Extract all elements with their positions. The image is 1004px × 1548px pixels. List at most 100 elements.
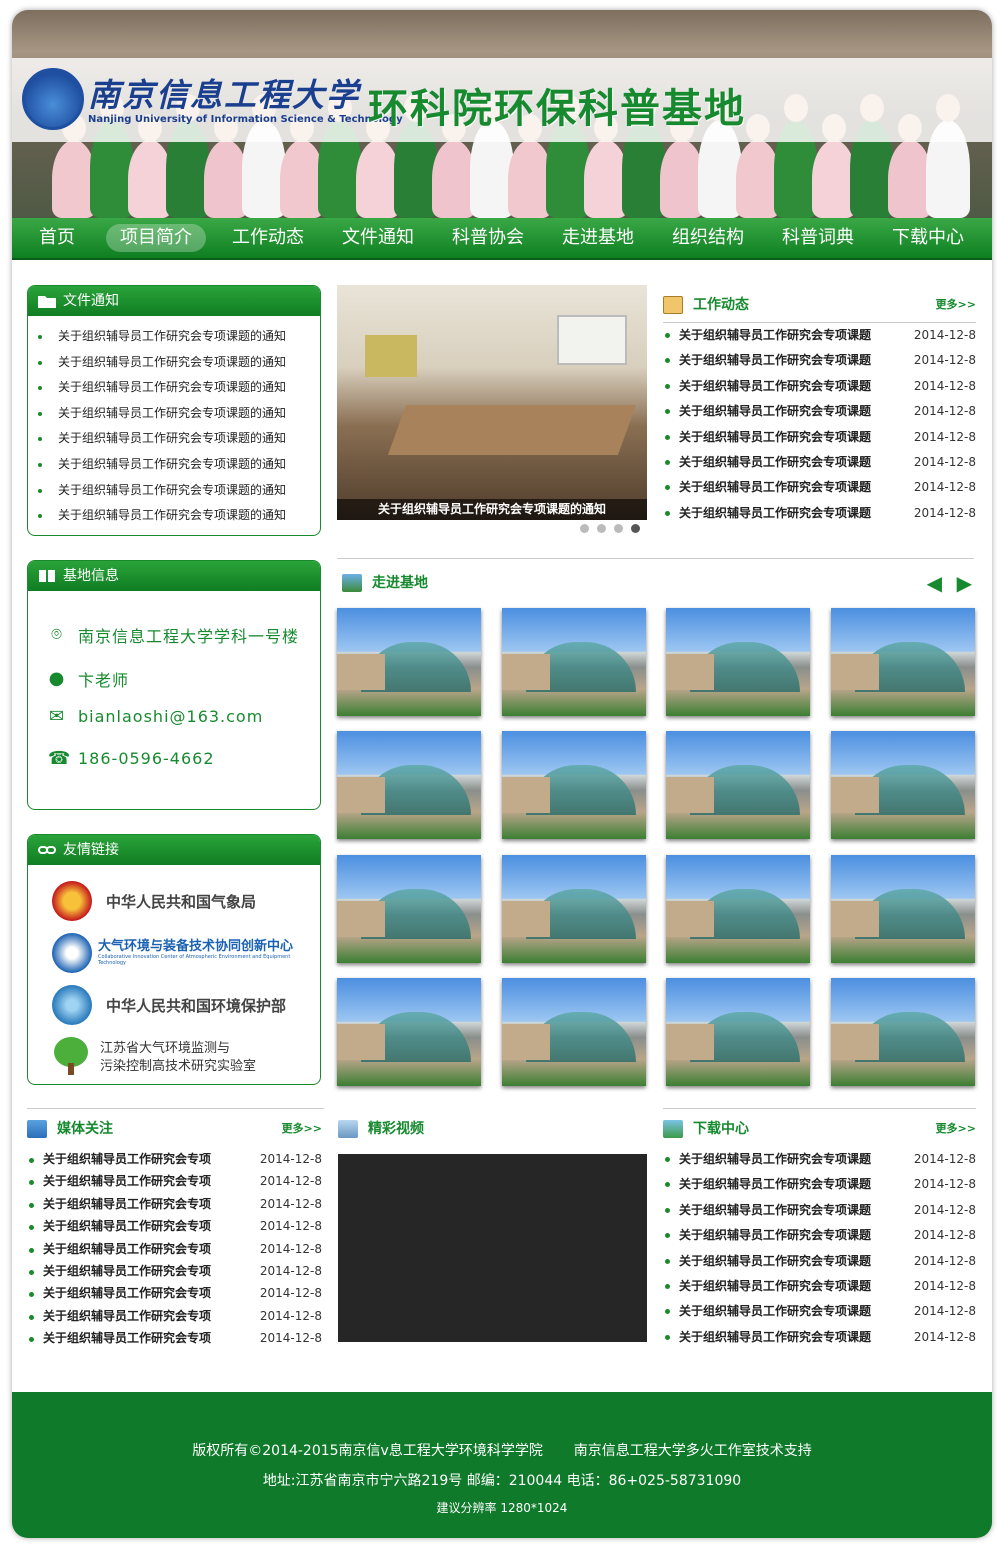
notepad-icon	[663, 296, 683, 314]
gallery-thumbnail[interactable]	[666, 731, 810, 839]
list-item[interactable]: 关于组织辅导员工作研究会专项课题 2014-12-8	[663, 1299, 976, 1324]
notice-item[interactable]: 关于组织辅导员工作研究会专项课题的通知	[36, 478, 320, 504]
nav-work-news[interactable]: 工作动态	[220, 224, 316, 252]
media-more-link[interactable]: 更多>>	[282, 1114, 322, 1144]
download-icon	[663, 1120, 683, 1138]
list-item[interactable]: 关于组织辅导员工作研究会专项 2014-12-8	[27, 1148, 322, 1170]
gallery-thumbnail[interactable]	[502, 608, 646, 716]
notice-item[interactable]: 关于组织辅导员工作研究会专项课题的通知	[36, 401, 320, 427]
list-item[interactable]: 关于组织辅导员工作研究会专项 2014-12-8	[27, 1193, 322, 1215]
link-mep[interactable]: 中华人民共和国环境保护部	[52, 983, 312, 1027]
list-item[interactable]: 关于组织辅导员工作研究会专项课题 2014-12-8	[663, 1325, 976, 1350]
list-item[interactable]: 关于组织辅导员工作研究会专项课题 2014-12-8	[663, 1147, 976, 1172]
list-item[interactable]: 关于组织辅导员工作研究会专项 2014-12-8	[27, 1260, 322, 1282]
link-cma[interactable]: 中华人民共和国气象局	[52, 879, 312, 923]
list-item[interactable]: 关于组织辅导员工作研究会专项 2014-12-8	[27, 1170, 322, 1192]
nav-dictionary[interactable]: 科普词典	[770, 224, 866, 252]
gallery-thumbnail[interactable]	[831, 608, 975, 716]
list-item[interactable]: 关于组织辅导员工作研究会专项课题 2014-12-8	[663, 348, 976, 373]
work-news-more-link[interactable]: 更多>>	[936, 290, 976, 320]
work-news-header: 工作动态 更多>>	[663, 290, 976, 320]
video-player[interactable]	[338, 1154, 647, 1342]
footer-copyright: 版权所有©2014-2015南京信v息工程大学环境科学学院 南京信息工程大学多火…	[192, 1443, 812, 1459]
list-item[interactable]: 关于组织辅导员工作研究会专项课题 2014-12-8	[663, 323, 976, 348]
university-logo-icon	[22, 68, 84, 130]
link-jiangsu-lab[interactable]: 江苏省大气环境监测与 污染控制高技术研究实验室	[52, 1035, 312, 1079]
gallery-thumbnail[interactable]	[831, 731, 975, 839]
main-nav: 首页 项目简介 工作动态 文件通知 科普协会 走进基地 组织结构 科普词典 下载…	[12, 218, 992, 260]
nav-file-notice[interactable]: 文件通知	[330, 224, 426, 252]
gallery-thumbnail[interactable]	[502, 978, 646, 1086]
gallery-thumbnail[interactable]	[666, 608, 810, 716]
nav-science-assoc[interactable]: 科普协会	[440, 224, 536, 252]
globe-icon	[52, 985, 92, 1025]
list-item[interactable]: 关于组织辅导员工作研究会专项 2014-12-8	[27, 1305, 322, 1327]
notice-item[interactable]: 关于组织辅导员工作研究会专项课题的通知	[36, 452, 320, 478]
nav-project-intro[interactable]: 项目简介	[106, 224, 206, 252]
gallery-thumbnail[interactable]	[502, 731, 646, 839]
link-atmosphere-center[interactable]: 大气环境与装备技术协同创新中心 Collaborative Innovation…	[52, 931, 312, 975]
list-item[interactable]: 关于组织辅导员工作研究会专项课题 2014-12-8	[663, 1198, 976, 1223]
video-header: 精彩视频	[338, 1114, 648, 1144]
email-text[interactable]: bianlaoshi@163.com	[78, 707, 263, 726]
downloads-more-link[interactable]: 更多>>	[936, 1114, 976, 1144]
video-title: 精彩视频	[368, 1121, 424, 1137]
gallery-thumbnail[interactable]	[337, 978, 481, 1086]
list-item[interactable]: 关于组织辅导员工作研究会专项课题 2014-12-8	[663, 501, 976, 526]
footer-resolution: 建议分辨率 1280*1024	[436, 1501, 568, 1515]
downloads-title: 下载中心	[693, 1121, 749, 1137]
gallery-thumbnail[interactable]	[831, 978, 975, 1086]
links-panel-title: 友情链接	[63, 842, 119, 858]
notice-item[interactable]: 关于组织辅导员工作研究会专项课题的通知	[36, 503, 320, 529]
notice-item[interactable]: 关于组织辅导员工作研究会专项课题的通知	[36, 375, 320, 401]
slider-dot[interactable]	[614, 524, 623, 533]
news-slider-image[interactable]: 关于组织辅导员工作研究会专项课题的通知	[337, 285, 647, 520]
slider-dot-active[interactable]	[631, 524, 640, 533]
monitor-icon	[27, 1120, 47, 1138]
list-item[interactable]: 关于组织辅导员工作研究会专项课题 2014-12-8	[663, 1172, 976, 1197]
link-icon	[38, 846, 56, 854]
address-text: 南京信息工程大学学科一号楼	[78, 627, 300, 646]
phone-text: 186-0596-4662	[78, 749, 215, 768]
list-item[interactable]: 关于组织辅导员工作研究会专项课题 2014-12-8	[663, 450, 976, 475]
notice-item[interactable]: 关于组织辅导员工作研究会专项课题的通知	[36, 426, 320, 452]
nav-enter-base[interactable]: 走进基地	[550, 224, 646, 252]
notice-panel: 文件通知 关于组织辅导员工作研究会专项课题的通知 关于组织辅导员工作研究会专项课…	[27, 285, 321, 536]
gallery-thumbnail[interactable]	[666, 855, 810, 963]
nav-organization[interactable]: 组织结构	[660, 224, 756, 252]
enter-base-title: 走进基地	[372, 575, 428, 591]
list-item[interactable]: 关于组织辅导员工作研究会专项课题 2014-12-8	[663, 475, 976, 500]
person-icon: ●	[48, 668, 66, 689]
list-item[interactable]: 关于组织辅导员工作研究会专项课题 2014-12-8	[663, 399, 976, 424]
slider-dot[interactable]	[597, 524, 606, 533]
list-item[interactable]: 关于组织辅导员工作研究会专项课题 2014-12-8	[663, 425, 976, 450]
list-item[interactable]: 关于组织辅导员工作研究会专项课题 2014-12-8	[663, 1223, 976, 1248]
slider-dot[interactable]	[580, 524, 589, 533]
window	[557, 315, 627, 365]
gallery-thumbnail[interactable]	[337, 608, 481, 716]
gallery-thumbnail[interactable]	[502, 855, 646, 963]
list-item[interactable]: 关于组织辅导员工作研究会专项 2014-12-8	[27, 1282, 322, 1304]
gallery-thumbnail[interactable]	[337, 855, 481, 963]
notice-list: 关于组织辅导员工作研究会专项课题的通知 关于组织辅导员工作研究会专项课题的通知 …	[28, 316, 320, 529]
tree-trunk	[68, 1063, 74, 1075]
prev-arrow-icon[interactable]: ◀	[927, 568, 942, 598]
media-title: 媒体关注	[57, 1121, 113, 1137]
gallery-thumbnail[interactable]	[337, 731, 481, 839]
gallery-thumbnail[interactable]	[831, 855, 975, 963]
nav-downloads[interactable]: 下载中心	[880, 224, 976, 252]
list-item[interactable]: 关于组织辅导员工作研究会专项 2014-12-8	[27, 1327, 322, 1349]
list-item[interactable]: 关于组织辅导员工作研究会专项 2014-12-8	[27, 1215, 322, 1237]
projector-screen	[365, 335, 417, 377]
list-item[interactable]: 关于组织辅导员工作研究会专项课题 2014-12-8	[663, 374, 976, 399]
next-arrow-icon[interactable]: ▶	[957, 568, 972, 598]
list-item[interactable]: 关于组织辅导员工作研究会专项课题 2014-12-8	[663, 1274, 976, 1299]
nav-home[interactable]: 首页	[22, 224, 92, 252]
list-item[interactable]: 关于组织辅导员工作研究会专项课题 2014-12-8	[663, 1249, 976, 1274]
links-panel-header: 友情链接	[28, 835, 320, 865]
notice-item[interactable]: 关于组织辅导员工作研究会专项课题的通知	[36, 324, 320, 350]
gallery-thumbnail[interactable]	[666, 978, 810, 1086]
work-news-list: 关于组织辅导员工作研究会专项课题 2014-12-8 关于组织辅导员工作研究会专项…	[663, 323, 976, 526]
notice-item[interactable]: 关于组织辅导员工作研究会专项课题的通知	[36, 350, 320, 376]
list-item[interactable]: 关于组织辅导员工作研究会专项 2014-12-8	[27, 1238, 322, 1260]
